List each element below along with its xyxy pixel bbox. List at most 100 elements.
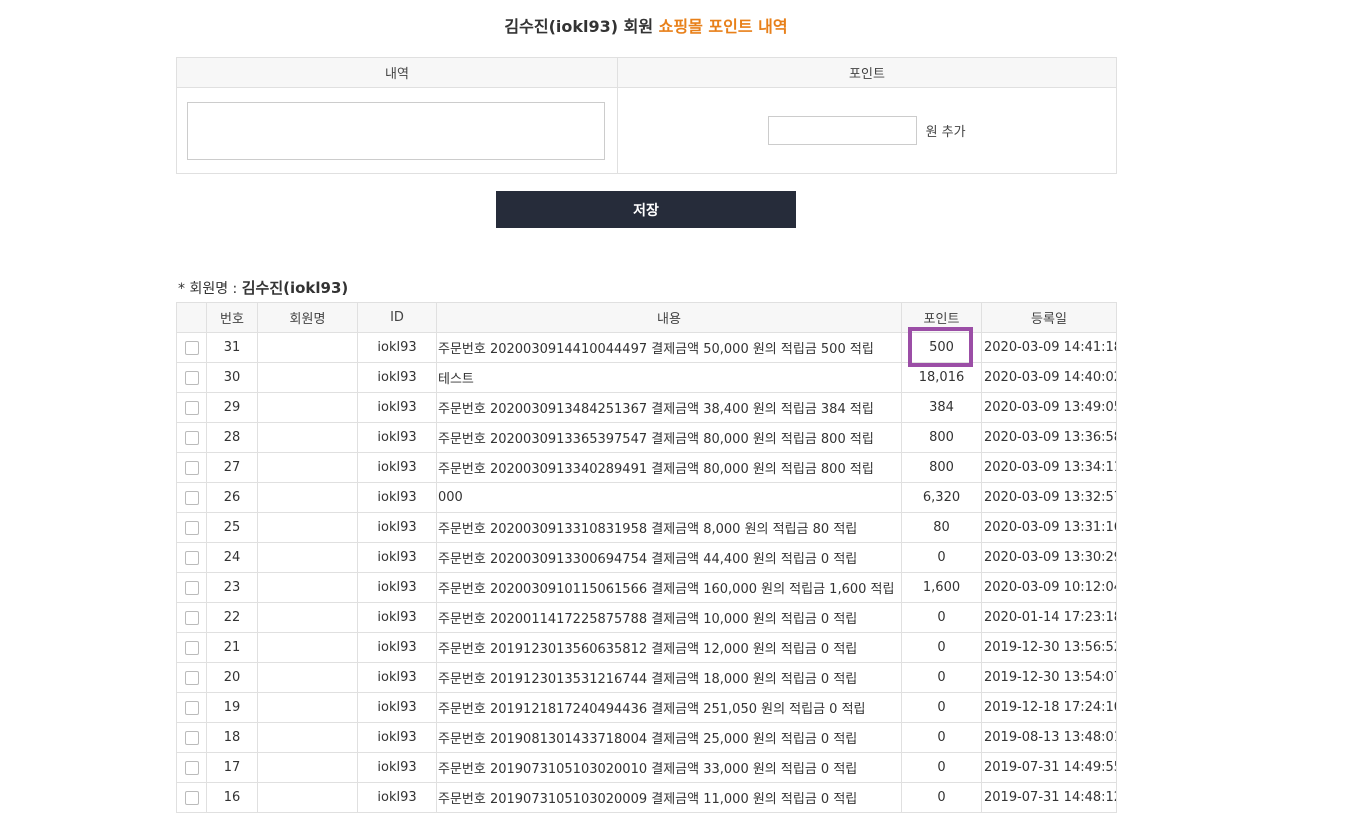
- table-row: 27 iokl93 주문번호 2020030913340289491 결제금액 80…: [176, 452, 1117, 483]
- point-suffix-label: 원 추가: [925, 125, 966, 140]
- row-date: 2020-03-09 14:40:02: [981, 362, 1117, 393]
- row-member-name: [257, 362, 358, 393]
- table-row: 22 iokl93 주문번호 2020011417225875788 결제금액 10…: [176, 602, 1117, 633]
- row-point: 1,600: [901, 572, 982, 603]
- row-checkbox[interactable]: [184, 700, 199, 715]
- row-checkbox[interactable]: [184, 670, 199, 685]
- row-checkbox[interactable]: [184, 610, 199, 625]
- row-checkbox[interactable]: [184, 640, 199, 655]
- row-member-name: [257, 722, 358, 753]
- row-content: 주문번호 2020030913300694754 결제금액 44,400 원의 …: [436, 542, 902, 573]
- column-header-check: [176, 302, 207, 333]
- row-content: 주문번호 2020030910115061566 결제금액 160,000 원의…: [436, 572, 902, 603]
- table-row: 25 iokl93 주문번호 2020030913310831958 결제금액 8,…: [176, 512, 1117, 543]
- row-checkbox-cell: [176, 422, 207, 453]
- row-point: 0: [901, 602, 982, 633]
- row-checkbox[interactable]: [184, 520, 199, 535]
- row-date: 2019-08-13 13:48:01: [981, 722, 1117, 753]
- row-number: 22: [206, 602, 258, 633]
- row-checkbox[interactable]: [184, 760, 199, 775]
- row-member-name: [257, 572, 358, 603]
- row-date: 2020-03-09 13:49:05: [981, 392, 1117, 423]
- row-checkbox[interactable]: [184, 580, 199, 595]
- member-name: 김수진(iokl93): [241, 279, 349, 297]
- table-row: 16 iokl93 주문번호 2019073105103020009 결제금액 11…: [176, 782, 1117, 813]
- row-id: iokl93: [357, 752, 437, 783]
- table-row: 30 iokl93 테스트 18,016 2020-03-09 14:40:02: [176, 362, 1117, 393]
- row-checkbox[interactable]: [184, 490, 199, 505]
- row-member-name: [257, 692, 358, 723]
- column-header-number: 번호: [206, 302, 258, 333]
- table-row: 20 iokl93 주문번호 2019123013531216744 결제금액 18…: [176, 662, 1117, 693]
- memo-textarea[interactable]: [187, 101, 605, 160]
- row-checkbox[interactable]: [184, 790, 199, 805]
- row-checkbox[interactable]: [184, 730, 199, 745]
- row-point: 500: [901, 332, 982, 363]
- row-date: 2020-03-09 10:12:04: [981, 572, 1117, 603]
- row-date: 2019-12-30 13:56:52: [981, 632, 1117, 663]
- row-member-name: [257, 452, 358, 483]
- row-content: 주문번호 2020030914410044497 결제금액 50,000 원의 …: [436, 332, 902, 363]
- row-member-name: [257, 782, 358, 813]
- row-checkbox[interactable]: [184, 550, 199, 565]
- row-checkbox-cell: [176, 752, 207, 783]
- row-point: 800: [901, 422, 982, 453]
- row-checkbox-cell: [176, 722, 207, 753]
- column-header-point: 포인트: [901, 302, 982, 333]
- row-id: iokl93: [357, 572, 437, 603]
- point-entry-form: 내역 포인트 원 추가: [176, 57, 1117, 174]
- table-row: 26 iokl93 000 6,320 2020-03-09 13:32:57: [176, 482, 1117, 513]
- row-member-name: [257, 422, 358, 453]
- row-content: 주문번호 2019123013531216744 결제금액 18,000 원의 …: [436, 662, 902, 693]
- row-number: 21: [206, 632, 258, 663]
- row-id: iokl93: [357, 662, 437, 693]
- row-id: iokl93: [357, 692, 437, 723]
- row-date: 2019-07-31 14:48:12: [981, 782, 1117, 813]
- member-name-prefix: * 회원명 :: [178, 281, 242, 297]
- row-number: 28: [206, 422, 258, 453]
- row-checkbox[interactable]: [184, 400, 199, 415]
- row-checkbox-cell: [176, 692, 207, 723]
- row-number: 16: [206, 782, 258, 813]
- row-number: 30: [206, 362, 258, 393]
- row-number: 29: [206, 392, 258, 423]
- save-button[interactable]: 저장: [496, 191, 796, 228]
- table-row: 18 iokl93 주문번호 2019081301433718004 결제금액 25…: [176, 722, 1117, 753]
- row-id: iokl93: [357, 632, 437, 663]
- row-member-name: [257, 752, 358, 783]
- row-point: 0: [901, 782, 982, 813]
- row-id: iokl93: [357, 452, 437, 483]
- row-number: 18: [206, 722, 258, 753]
- row-checkbox-cell: [176, 512, 207, 543]
- row-content: 주문번호 2019123013560635812 결제금액 12,000 원의 …: [436, 632, 902, 663]
- row-number: 31: [206, 332, 258, 363]
- row-checkbox[interactable]: [184, 370, 199, 385]
- row-point: 0: [901, 632, 982, 663]
- row-number: 17: [206, 752, 258, 783]
- page-title-prefix: 김수진(iokl93) 회원: [504, 17, 659, 36]
- row-content: 000: [436, 482, 902, 513]
- row-date: 2019-12-30 13:54:07: [981, 662, 1117, 693]
- row-id: iokl93: [357, 392, 437, 423]
- row-checkbox[interactable]: [184, 430, 199, 445]
- row-member-name: [257, 482, 358, 513]
- point-input-wrap: 원 추가: [618, 116, 1116, 145]
- row-point: 0: [901, 752, 982, 783]
- row-date: 2020-03-09 13:34:11: [981, 452, 1117, 483]
- member-name-line: * 회원명 : 김수진(iokl93): [178, 278, 348, 299]
- point-column-header: 포인트: [617, 57, 1117, 88]
- row-member-name: [257, 392, 358, 423]
- point-input[interactable]: [768, 116, 918, 145]
- row-checkbox[interactable]: [184, 460, 199, 475]
- row-content: 주문번호 2019081301433718004 결제금액 25,000 원의 …: [436, 722, 902, 753]
- row-date: 2020-03-09 13:31:16: [981, 512, 1117, 543]
- row-id: iokl93: [357, 602, 437, 633]
- row-point: 0: [901, 662, 982, 693]
- row-number: 19: [206, 692, 258, 723]
- row-content: 주문번호 2020030913484251367 결제금액 38,400 원의 …: [436, 392, 902, 423]
- row-checkbox[interactable]: [184, 340, 199, 355]
- row-number: 23: [206, 572, 258, 603]
- page-title-accent: 쇼핑몰 포인트 내역: [658, 17, 788, 36]
- table-row: 23 iokl93 주문번호 2020030910115061566 결제금액 16…: [176, 572, 1117, 603]
- row-checkbox-cell: [176, 662, 207, 693]
